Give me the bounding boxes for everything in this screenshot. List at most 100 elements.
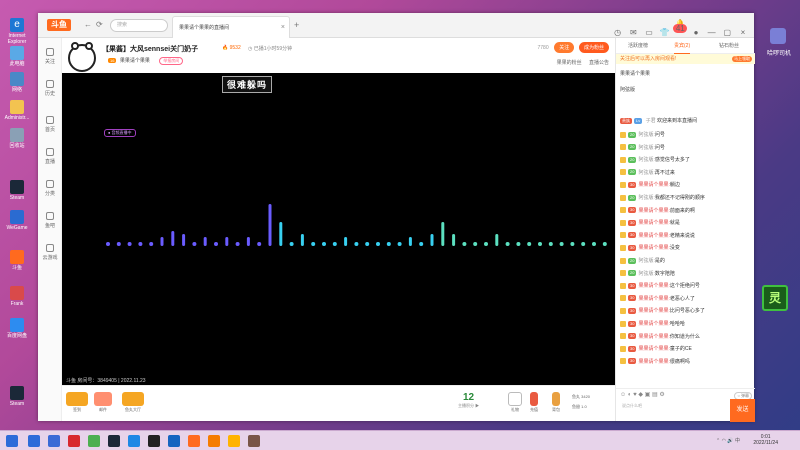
chat-username[interactable]: 果果请个果果: [638,321,669,327]
report-button[interactable]: 举报房间 [159,57,184,65]
chat-username[interactable]: 果果请个果果: [638,334,669,340]
sidebar-item-history[interactable]: 历史 [38,80,62,97]
streamer-avatar[interactable] [68,42,96,72]
taskbar-app-icon[interactable] [108,435,120,447]
desktop-icon-frank[interactable]: Frank [4,286,30,307]
welcome-user[interactable]: 子君 [646,118,656,124]
back-icon[interactable]: ← [84,20,92,29]
minimize-icon[interactable]: — [705,28,719,37]
taskbar-app-icon[interactable] [128,435,140,447]
maximize-icon[interactable]: ▢ [720,28,734,37]
shirt-icon[interactable]: 👕 [658,28,672,37]
vip-user-1[interactable]: 果果请个果果 [620,70,650,77]
chat-username[interactable]: 果果请个果果: [638,208,669,214]
chat-username[interactable]: 果果请个果果: [638,296,669,302]
taskbar-app-icon[interactable] [28,435,40,447]
desktop-icon-pc[interactable]: 此电脑 [4,46,30,67]
desktop-icon-network[interactable]: 网络 [4,72,30,93]
desktop-icon-steam[interactable]: Steam [4,180,30,201]
taskbar-app-icon[interactable] [148,435,160,447]
sidebar-item-live[interactable]: 直播 [38,148,62,165]
chat-username[interactable]: 果果请个果果: [638,233,669,239]
douyu-logo[interactable]: 斗鱼 [47,19,71,31]
sidebar-item-fishbar[interactable]: 鱼吧 [38,212,62,229]
taskbar-app-icon[interactable] [88,435,100,447]
streamer-score[interactable]: 12 主播积分 ▶ [458,392,479,409]
vip-user-2[interactable]: 阿弦版 [620,86,635,93]
tab-diamond-fans[interactable]: 钻石粉丝 [719,42,739,49]
chat-username[interactable]: 阿弦版: [638,132,654,138]
chat-username[interactable]: 果果请个果果: [638,308,669,314]
chat-username[interactable]: 果果请个果果: [638,220,669,226]
chat-username[interactable]: 阿弦版: [638,145,654,151]
desktop-icon-ie[interactable]: e Internet Explorer [4,18,30,45]
taskbar-app-icon[interactable] [168,435,180,447]
desktop-icon-baidu[interactable]: 百度网盘 [4,318,30,339]
chevron-up-icon[interactable]: ⌃ [716,438,720,444]
avatar-icon[interactable]: ● [689,28,703,37]
chat-username[interactable]: 阿弦版: [638,258,654,264]
taskbar-app-icon[interactable] [208,435,220,447]
new-tab-icon[interactable]: + [294,20,299,30]
taskbar-clock[interactable]: 0:01 2022/11/24 [753,434,778,446]
taskbar-app-icon[interactable] [188,435,200,447]
checkin-button[interactable]: 签到 [66,392,88,413]
chat-username[interactable]: 阿弦版: [638,195,654,201]
card-icon[interactable]: ▤ [652,392,658,398]
follow-button[interactable]: 关注 [554,42,575,53]
desktop-icon-admin[interactable]: Administr... [4,100,30,121]
bag-icon[interactable]: ▣ [645,392,651,398]
become-fan-button[interactable]: 成为粉丝 [578,42,609,53]
screen-icon[interactable]: ▭ [642,28,656,37]
close-window-icon[interactable]: × [736,28,750,37]
chat-username[interactable]: 果果请个果果: [638,359,669,365]
desktop-icon-douyu[interactable]: 斗鱼 [4,250,30,271]
desktop-icon-recycle[interactable]: 回收站 [4,128,30,149]
chat-username[interactable]: 果果请个果果: [638,283,669,289]
chat-username[interactable]: 阿弦版: [638,271,654,277]
sidebar-item-follow[interactable]: 关注 [38,48,62,65]
color-icon[interactable]: ◐ [628,392,632,398]
taskbar-app-icon[interactable] [48,435,60,447]
refresh-icon[interactable]: ⟳ [96,20,103,29]
chat-input[interactable]: 说点什么吧 [620,401,724,419]
notice-button[interactable]: 马上领取 [732,56,752,62]
volume-icon[interactable]: 🔊 [727,438,733,444]
app-icon[interactable] [770,28,786,44]
chat-username[interactable]: 果果请个果果: [638,245,669,251]
ime-icon[interactable]: 中 [735,438,740,444]
taskbar-app-icon[interactable] [228,435,240,447]
history-icon[interactable]: ◷ [611,28,625,37]
hp-badge-icon[interactable]: 灵 [762,285,788,311]
fan-level-link[interactable]: 果果的粉丝 [557,60,582,66]
chat-username[interactable]: 果果请个果果: [638,346,669,352]
announcement-link[interactable]: 直播公告 [589,60,609,66]
start-icon[interactable] [6,435,18,447]
chat-username[interactable]: 阿弦版: [638,157,654,163]
wifi-icon[interactable]: ◠ [722,438,726,444]
tab-activity-rank[interactable]: 活跃度榜 [628,42,648,49]
tab-vip[interactable]: 贵宾(2) [674,42,691,54]
sidebar-item-category[interactable]: 分类 [38,180,62,197]
fans-badge-icon[interactable]: ♥ [633,392,637,398]
desktop-icon-wegame[interactable]: WeGame [4,210,30,231]
close-tab-icon[interactable]: × [281,17,285,39]
fishball-hall-button[interactable]: 鱼丸大厅 [122,392,144,413]
video-player[interactable]: 很难躲吗 ● 音频直播中 斗鱼 房间号：3849405 | 2022.11.23 [62,73,615,385]
taskbar-app-icon[interactable] [68,435,80,447]
chat-username[interactable]: 阿弦版: [638,170,654,176]
send-button[interactable]: 发送 [730,399,755,422]
sidebar-item-cloudgame[interactable]: 云游戏 [38,244,62,261]
streamer-name[interactable]: 果果请个果果 [120,58,150,64]
message-icon[interactable]: ✉ [626,28,640,37]
taskbar-app-icon[interactable] [248,435,260,447]
charge-button[interactable]: 充值 [530,392,538,413]
desktop-icon-steam-2[interactable]: Steam [4,386,30,407]
mail-button[interactable]: 邮件 [94,392,112,413]
tab-live-room[interactable]: 果果请个果果的直播间 × [172,16,290,38]
chat-username[interactable]: 果果请个果果: [638,182,669,188]
backpack-button[interactable]: 背包 [552,392,560,413]
search-input[interactable]: 搜索 [110,19,168,32]
settings-icon[interactable]: ⚙ [659,392,664,398]
gift-button[interactable]: 礼物 [508,392,522,413]
